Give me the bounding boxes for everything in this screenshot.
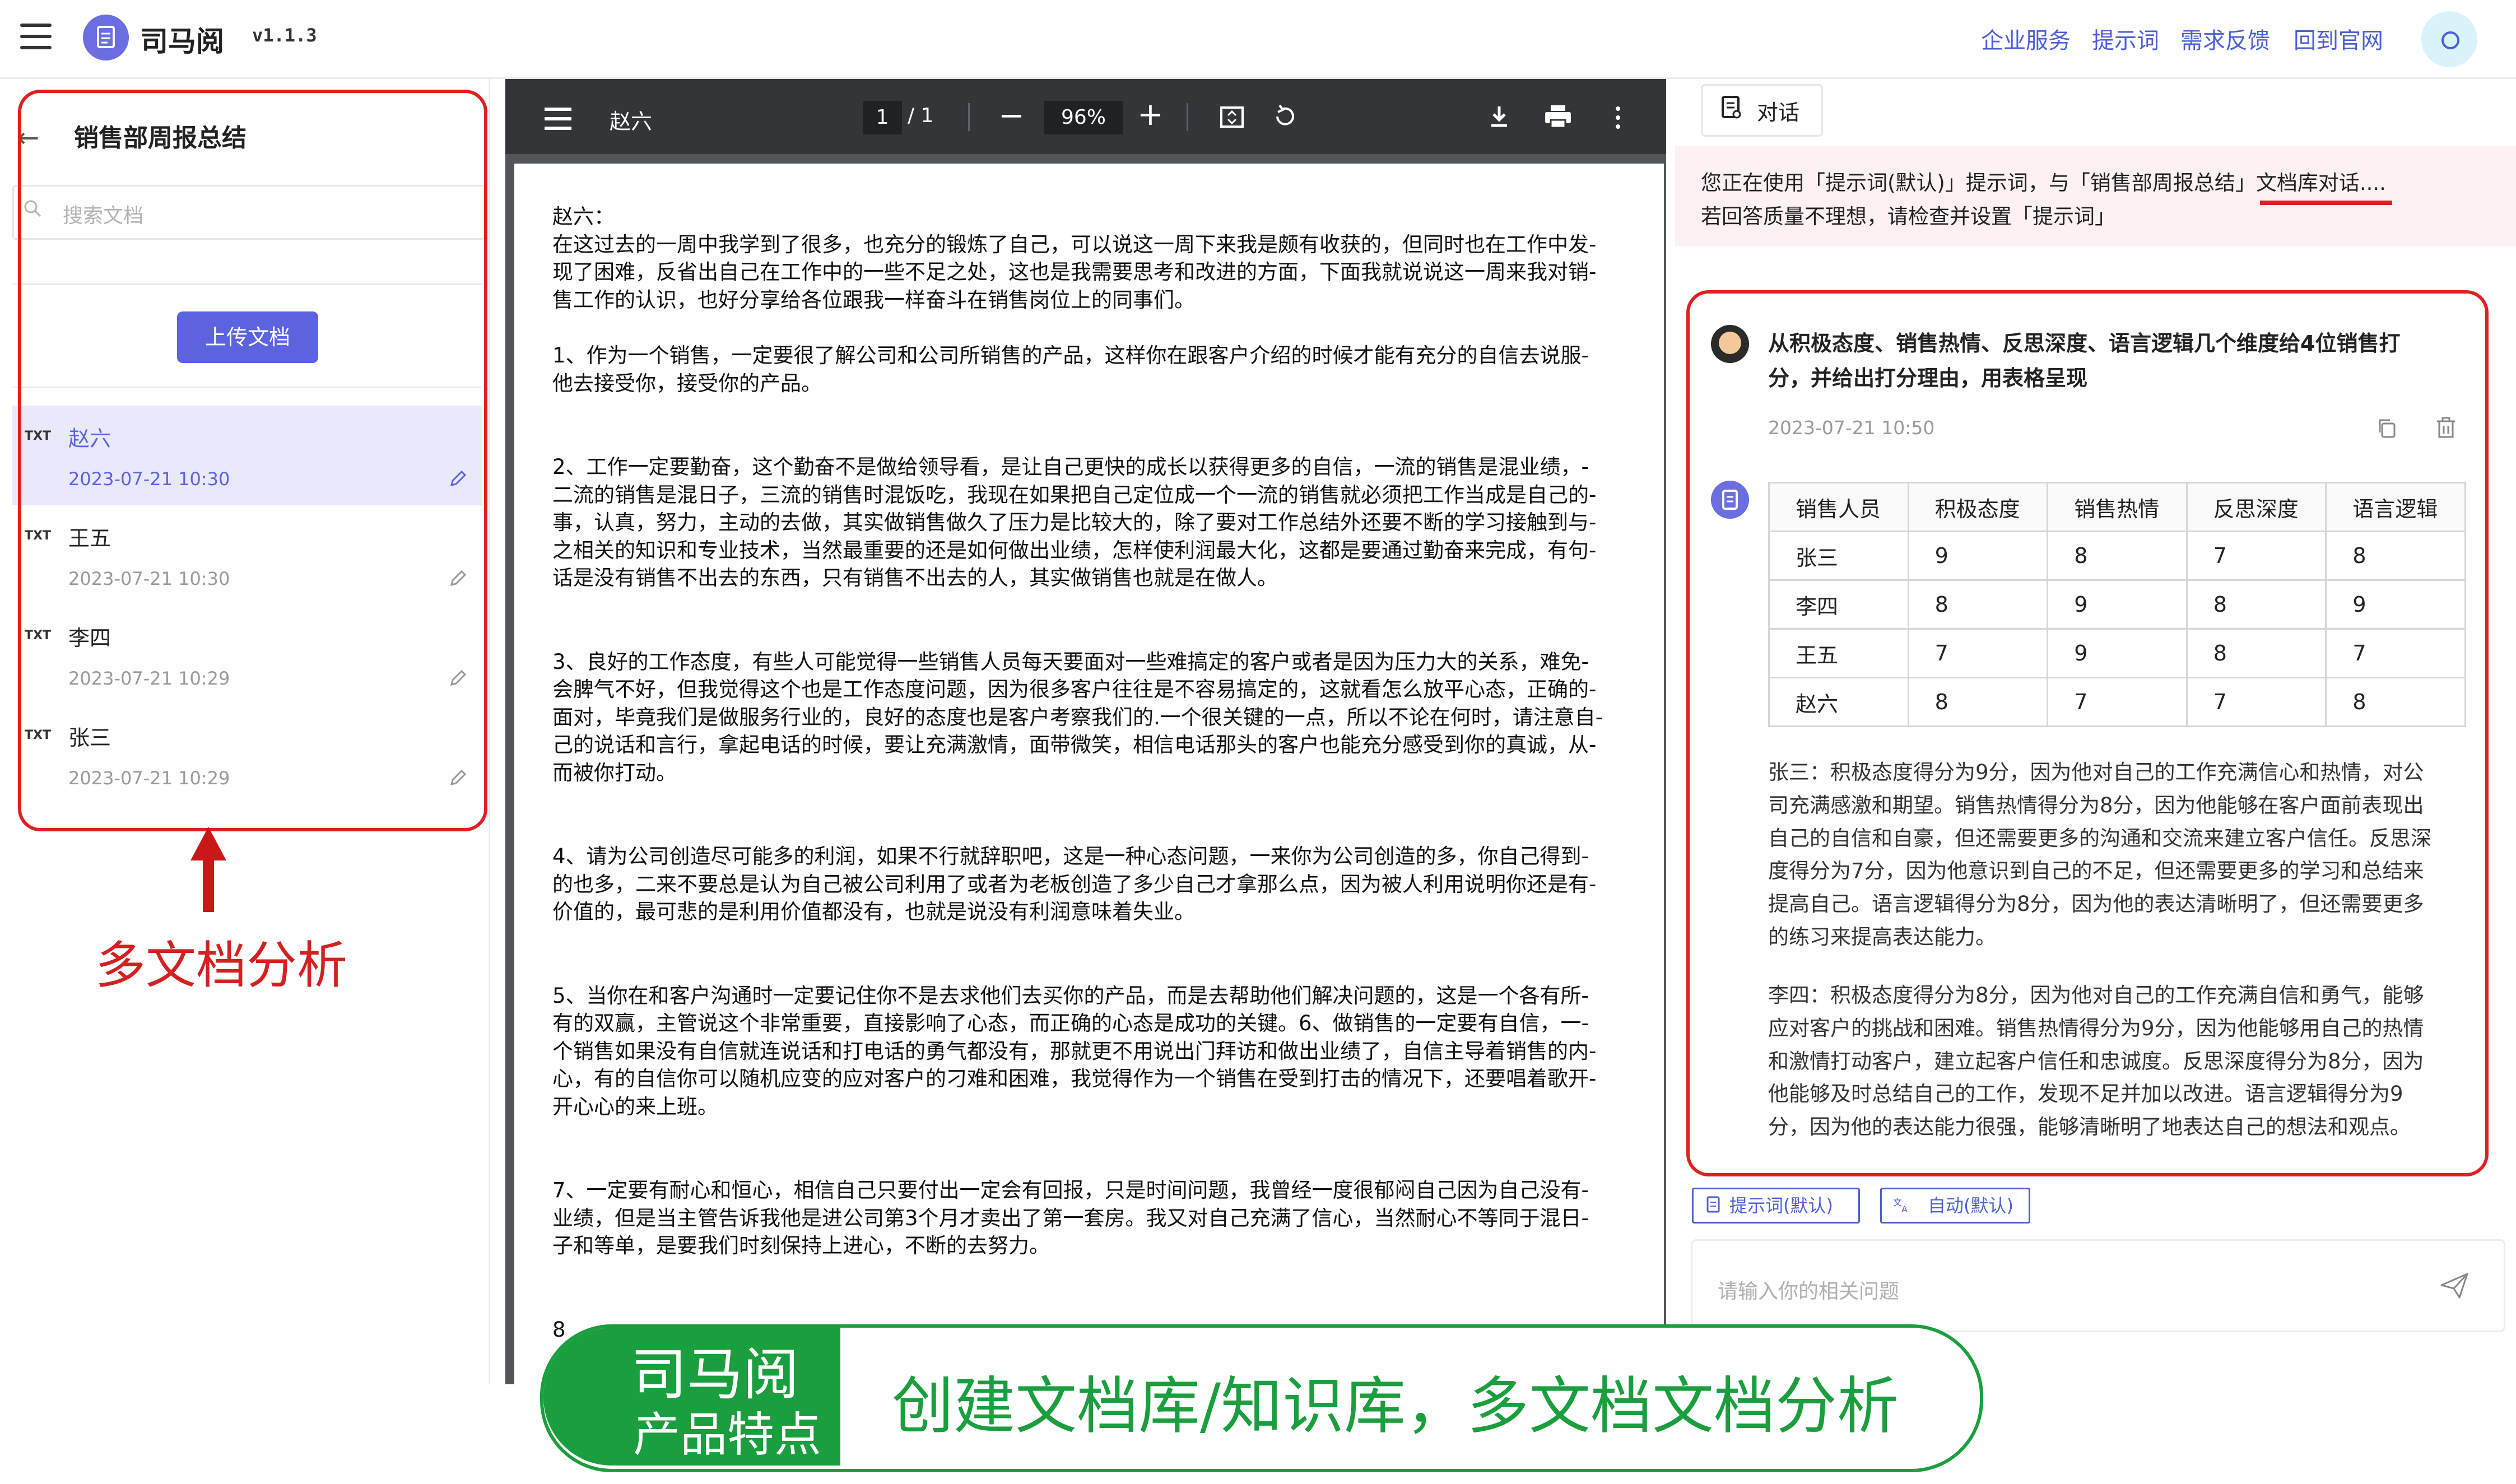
pdf-line: 售工作的认识，也好分享给各位跟我一样奋斗在销售岗位上的同事们。 <box>552 287 1195 312</box>
pdf-line: 个销售如果没有自信就连说话和打电话的勇气都没有，那就更不用说出门拜访和做出业绩了… <box>552 1039 1597 1063</box>
pdf-title: 赵六 <box>610 109 653 134</box>
zoom-in-icon[interactable]: + <box>1137 96 1164 133</box>
pdf-line: 3、良好的工作态度，有些人可能觉得一些销售人员每天要面对一些难搞定的客户或者是因… <box>552 649 1589 674</box>
translate-icon: 文A <box>1893 1197 1908 1213</box>
input-placeholder: 请输入你的相关问题 <box>1718 1280 1900 1303</box>
toolbar-divider <box>1187 103 1188 131</box>
print-icon[interactable] <box>1544 104 1572 129</box>
tab-chat-label: 对话 <box>1757 100 1800 125</box>
pdf-line: 他去接受你，接受你的产品。 <box>552 371 822 396</box>
nav-enterprise-service[interactable]: 企业服务 <box>1981 22 2071 55</box>
page-total: / 1 <box>908 104 934 127</box>
fit-page-icon[interactable] <box>1219 104 1245 130</box>
svg-text:文: 文 <box>1893 1197 1902 1208</box>
highlight-underline <box>2260 201 2392 205</box>
pdf-line: 7、一定要有耐心和恒心，相信自己只要付出一定会有回报，只是时间问题，我曾经一度很… <box>552 1178 1589 1202</box>
nav-official-site[interactable]: 回到官网 <box>2294 22 2383 55</box>
user-avatar-icon[interactable] <box>2421 11 2477 67</box>
nav-prompts[interactable]: 提示词 <box>2092 22 2159 55</box>
menu-icon[interactable] <box>20 24 52 52</box>
pdf-line: 价值的，最可悲的是利用价值都没有，也就是说没有利润意味着失业。 <box>552 900 1195 924</box>
promo-headline: 创建文档库/知识库，多文档文档分析 <box>892 1370 1899 1442</box>
highlight-box <box>1686 290 2489 1176</box>
send-icon[interactable] <box>2439 1272 2470 1300</box>
pdf-line: 4、请为公司创造尽可能多的利润，如果不行就辞职吧，这是一种心态问题，一来你为公司… <box>552 844 1589 868</box>
pdf-menu-icon[interactable] <box>545 108 571 130</box>
app-version: v1.1.3 <box>252 25 317 46</box>
notice-hint: 若回答质量不理想，请检查并设置「提示词」 <box>1701 204 2115 229</box>
pdf-line: 现了困难，反省出自己在工作中的一些不足之处，这也是我需要思考和改进的方面，下面我… <box>552 260 1597 284</box>
pdf-line: 事，认真，努力，主动的去做，其实做销售做久了压力是比较大的，除了要对工作总结外还… <box>552 510 1597 534</box>
chat-doc-icon <box>1722 96 1741 119</box>
pdf-line: 面对，毕竟我们是做服务行业的，良好的态度也是客户考察我们的.一个很关键的一点，所… <box>552 705 1603 729</box>
app-logo <box>83 15 129 61</box>
pdf-line: 心，有的自信你可以随机应变的应对客户的刁难和困难，我觉得作为一个销售在受到打击的… <box>552 1067 1597 1091</box>
up-arrow-icon <box>190 827 226 860</box>
pdf-line: 业绩，但是当主管告诉我他是进公司第3个月才卖出了第一套房。我又对自己充满了信心，… <box>552 1206 1589 1230</box>
pdf-line: 1、作为一个销售，一定要很了解公司和公司所销售的产品，这样你在跟客户介绍的时候才… <box>552 343 1589 367</box>
download-icon[interactable] <box>1487 103 1512 130</box>
arrow-shaft <box>203 856 214 912</box>
toolbar-divider <box>968 103 970 131</box>
pdf-line: 之相关的知识和专业技术，当然最重要的还是如何做出业绩，怎样使利润最大化，这都是要… <box>552 538 1597 562</box>
pdf-line: 2、工作一定要勤奋，这个勤奋不是做给领导看，是让自己更快的成长以获得更多的自信，… <box>552 455 1589 479</box>
pdf-line: 己的说话和言行，拿起电话的时候，要让充满激情，面带微笑，相信电话那头的客户也能充… <box>552 733 1597 757</box>
pdf-line: 会脾气不好，但我觉得这个也是工作态度问题，因为很多客户往往是不容易搞定的，这就看… <box>552 677 1597 701</box>
page-number-input[interactable]: 1 <box>863 101 902 134</box>
zoom-level[interactable]: 96% <box>1044 101 1123 134</box>
notice-banner <box>1675 146 2516 246</box>
notice-text: 您正在使用「提示词(默认)」提示词，与「销售部周报总结」文档库对话.... <box>1701 171 2386 195</box>
pdf-text-content: 赵六： 在这过去的一周中我学到了很多，也充分的锻炼了自己，可以说这一周下来我是颇… <box>552 203 1628 1343</box>
highlight-box <box>18 90 487 831</box>
pdf-line: 的也多，二来不要总是认为自己被公司利用了或者为老板创造了多少自己才拿那么点，因为… <box>552 872 1597 896</box>
svg-text:A: A <box>1901 1204 1908 1213</box>
pdf-line: 话是没有销售不出去的东西，只有销售不出去的人，其实做销售也就是在做人。 <box>552 566 1278 590</box>
promo-subtitle: 产品特点 <box>633 1407 822 1462</box>
rotate-icon[interactable] <box>1272 103 1299 130</box>
pdf-line: 5、当你在和客户沟通时一定要记住你不是去求他们去买你的产品，而是去帮助他们解决问… <box>552 983 1589 1008</box>
pdf-line: 开心心的来上班。 <box>552 1094 718 1119</box>
more-options-icon[interactable] <box>1613 104 1622 131</box>
nav-feedback[interactable]: 需求反馈 <box>2180 22 2270 55</box>
pdf-line: 子和等单，是要我们时刻保持上进心，不断的去努力。 <box>552 1234 1050 1258</box>
pdf-line: 在这过去的一周中我学到了很多，也充分的锻炼了自己，可以说这一周下来我是颇有收获的… <box>552 232 1597 257</box>
pdf-line: 而被你打动。 <box>552 760 677 785</box>
zoom-out-icon[interactable]: − <box>998 97 1025 134</box>
pdf-line: 赵六： <box>552 204 615 229</box>
app-name: 司马阅 <box>140 25 224 58</box>
annotation-label: 多文档分析 <box>95 936 347 995</box>
pdf-line: 二流的销售是混日子，三流的销售时混饭吃，我现在如果把自己定位成一个一流的销售就必… <box>552 482 1597 507</box>
prompt-doc-icon <box>1706 1196 1720 1213</box>
pdf-line: 有的双赢，主管说这个非常重要，直接影响了心态，而正确的心态是成功的关键。6、做销… <box>552 1011 1589 1035</box>
